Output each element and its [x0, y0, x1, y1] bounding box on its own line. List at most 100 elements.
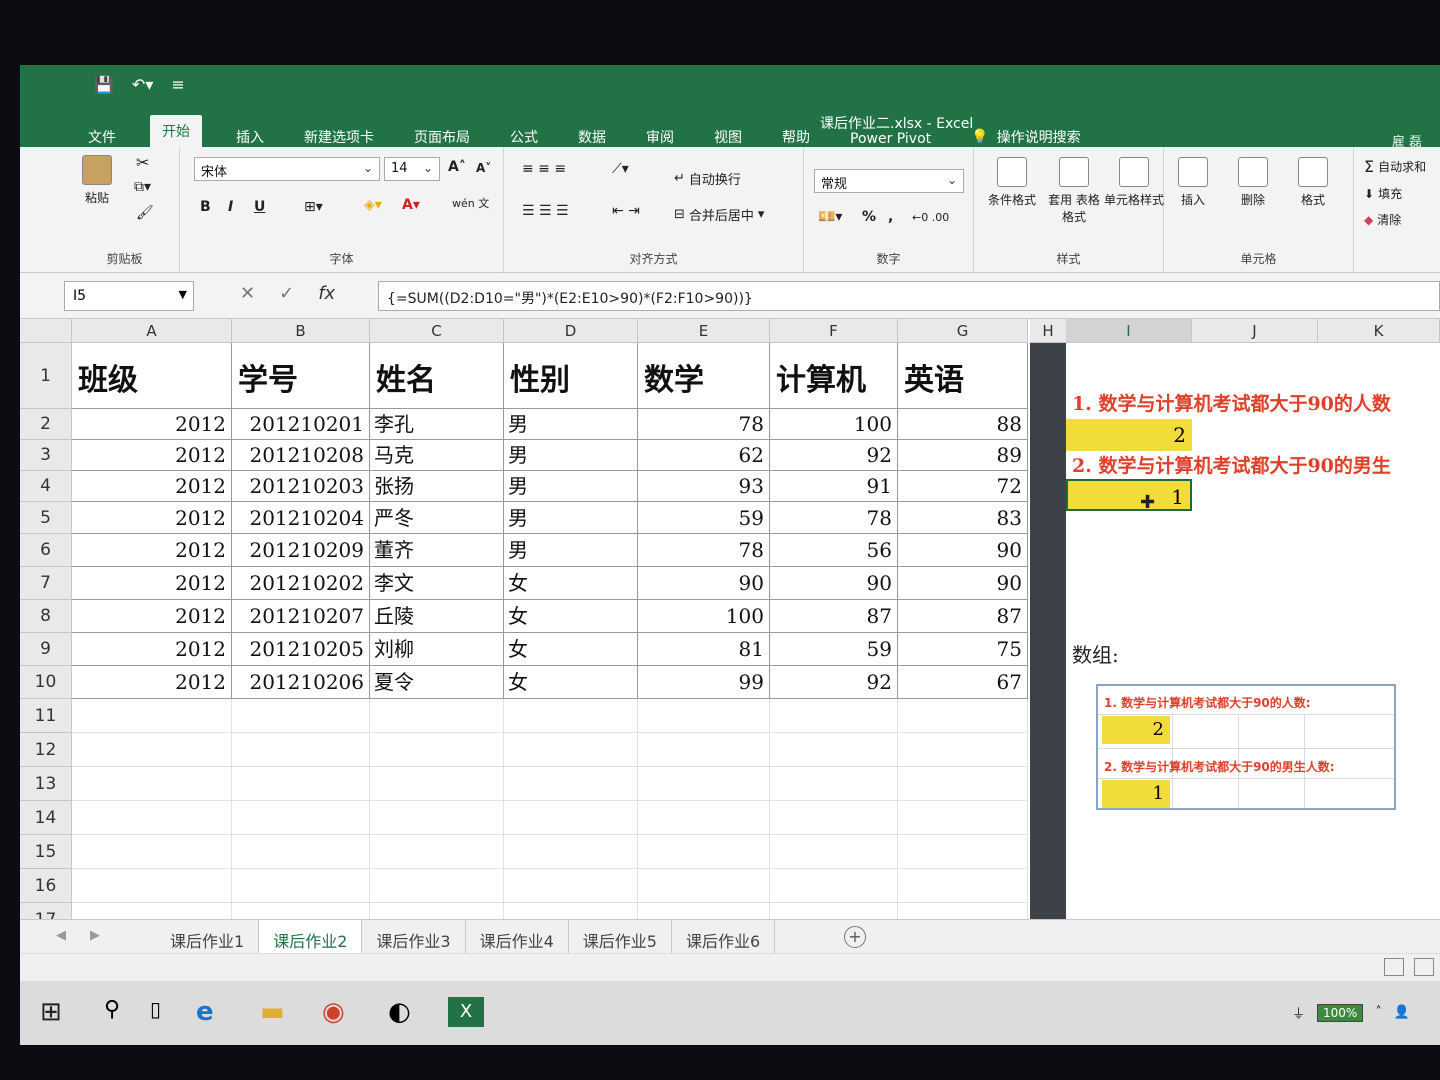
- empty-cell[interactable]: [72, 835, 232, 869]
- insert-cells-button[interactable]: 插入: [1178, 157, 1208, 208]
- cut-icon[interactable]: ✂: [136, 153, 149, 172]
- align-top-icon[interactable]: ≡ ≡ ≡: [522, 161, 566, 177]
- italic-button[interactable]: I: [228, 199, 233, 215]
- empty-cell[interactable]: [72, 699, 232, 733]
- percent-button[interactable]: %: [862, 209, 876, 225]
- empty-cell[interactable]: [898, 801, 1028, 835]
- format-as-table-button[interactable]: 套用 表格格式: [1046, 157, 1102, 225]
- font-size-select[interactable]: 14 ⌄: [384, 157, 440, 181]
- decimal-icon[interactable]: ←0 .00: [912, 211, 949, 224]
- empty-cell[interactable]: [504, 869, 638, 903]
- cell-e10[interactable]: 99: [638, 666, 770, 699]
- cell-b5[interactable]: 201210204: [232, 502, 370, 534]
- cell-d8[interactable]: 女: [504, 600, 638, 633]
- cell-e5[interactable]: 59: [638, 502, 770, 534]
- header-cell-d[interactable]: 性别: [504, 343, 638, 409]
- header-cell-e[interactable]: 数学: [638, 343, 770, 409]
- chrome-icon[interactable]: ◉: [322, 997, 345, 1027]
- cell-c6[interactable]: 董齐: [370, 534, 504, 567]
- copy-icon[interactable]: ⧉▾: [134, 179, 151, 195]
- row-header-9[interactable]: 9: [20, 633, 72, 666]
- cell-b7[interactable]: 201210202: [232, 567, 370, 600]
- empty-cell[interactable]: [504, 835, 638, 869]
- cell-d5[interactable]: 男: [504, 502, 638, 534]
- cell-g6[interactable]: 90: [898, 534, 1028, 567]
- cell-b2[interactable]: 201210201: [232, 409, 370, 440]
- cell-f10[interactable]: 92: [770, 666, 898, 699]
- cell-c2[interactable]: 李孔: [370, 409, 504, 440]
- worksheet-grid[interactable]: ABCDEFG1234567891011121314151617班级学号姓名性别…: [20, 319, 1030, 937]
- cell-e2[interactable]: 78: [638, 409, 770, 440]
- people-icon[interactable]: 👤: [1394, 1005, 1410, 1020]
- empty-cell[interactable]: [638, 767, 770, 801]
- borders-icon[interactable]: ⊞▾: [304, 199, 323, 215]
- cancel-icon[interactable]: ✕: [240, 283, 255, 304]
- excel-taskbar-icon[interactable]: X: [448, 997, 484, 1027]
- empty-cell[interactable]: [232, 869, 370, 903]
- cell-styles-button[interactable]: 单元格样式: [1104, 157, 1164, 208]
- cell-d4[interactable]: 男: [504, 471, 638, 502]
- cell-b4[interactable]: 201210203: [232, 471, 370, 502]
- column-header-d[interactable]: D: [504, 319, 638, 343]
- chevron-up-icon[interactable]: ˄: [1375, 1005, 1382, 1020]
- cell-f4[interactable]: 91: [770, 471, 898, 502]
- cell-f9[interactable]: 59: [770, 633, 898, 666]
- row-header-5[interactable]: 5: [20, 502, 72, 534]
- cell-e7[interactable]: 90: [638, 567, 770, 600]
- cell-e9[interactable]: 81: [638, 633, 770, 666]
- name-box[interactable]: I5 ▼: [64, 281, 194, 311]
- row-header-4[interactable]: 4: [20, 471, 72, 502]
- row-header-13[interactable]: 13: [20, 767, 72, 801]
- cell-g9[interactable]: 75: [898, 633, 1028, 666]
- empty-cell[interactable]: [898, 699, 1028, 733]
- empty-cell[interactable]: [638, 835, 770, 869]
- row-header-1[interactable]: 1: [20, 343, 72, 409]
- empty-cell[interactable]: [370, 699, 504, 733]
- empty-cell[interactable]: [898, 733, 1028, 767]
- cell-g3[interactable]: 89: [898, 440, 1028, 471]
- answer-2-cell[interactable]: ✚ 1: [1066, 479, 1192, 513]
- row-header-10[interactable]: 10: [20, 666, 72, 699]
- empty-cell[interactable]: [370, 767, 504, 801]
- header-cell-c[interactable]: 姓名: [370, 343, 504, 409]
- format-painter-icon[interactable]: 🖌: [136, 205, 154, 221]
- autosum-button[interactable]: Σ 自动求和: [1364, 157, 1426, 176]
- cell-e4[interactable]: 93: [638, 471, 770, 502]
- empty-cell[interactable]: [232, 767, 370, 801]
- cell-g10[interactable]: 67: [898, 666, 1028, 699]
- empty-cell[interactable]: [770, 869, 898, 903]
- row-header-2[interactable]: 2: [20, 409, 72, 440]
- empty-cell[interactable]: [898, 869, 1028, 903]
- empty-cell[interactable]: [370, 835, 504, 869]
- cell-d3[interactable]: 男: [504, 440, 638, 471]
- indent-icon[interactable]: ⇤ ⇥: [612, 203, 640, 219]
- cell-b9[interactable]: 201210205: [232, 633, 370, 666]
- row-header-12[interactable]: 12: [20, 733, 72, 767]
- customize-icon[interactable]: ≡: [171, 75, 184, 94]
- empty-cell[interactable]: [638, 699, 770, 733]
- clear-button[interactable]: ◆ 清除: [1364, 211, 1401, 228]
- delete-cells-button[interactable]: 删除: [1238, 157, 1268, 208]
- empty-cell[interactable]: [232, 699, 370, 733]
- cell-c9[interactable]: 刘柳: [370, 633, 504, 666]
- header-cell-f[interactable]: 计算机: [770, 343, 898, 409]
- cell-c7[interactable]: 李文: [370, 567, 504, 600]
- cell-f2[interactable]: 100: [770, 409, 898, 440]
- cell-b8[interactable]: 201210207: [232, 600, 370, 633]
- number-format-select[interactable]: 常规 ⌄: [814, 169, 964, 193]
- row-header-8[interactable]: 8: [20, 600, 72, 633]
- normal-view-icon[interactable]: [1384, 958, 1404, 976]
- save-icon[interactable]: 💾: [94, 75, 114, 94]
- select-all-corner[interactable]: [20, 319, 72, 343]
- cell-g7[interactable]: 90: [898, 567, 1028, 600]
- conditional-format-button[interactable]: 条件格式: [984, 157, 1040, 208]
- cell-c5[interactable]: 严冬: [370, 502, 504, 534]
- windows-start-icon[interactable]: ⊞: [40, 997, 62, 1027]
- column-header-f[interactable]: F: [770, 319, 898, 343]
- empty-cell[interactable]: [638, 733, 770, 767]
- cell-b10[interactable]: 201210206: [232, 666, 370, 699]
- prev-sheet-icon[interactable]: ◀: [56, 928, 66, 943]
- cell-a7[interactable]: 2012: [72, 567, 232, 600]
- underline-button[interactable]: U: [254, 199, 265, 215]
- empty-cell[interactable]: [370, 869, 504, 903]
